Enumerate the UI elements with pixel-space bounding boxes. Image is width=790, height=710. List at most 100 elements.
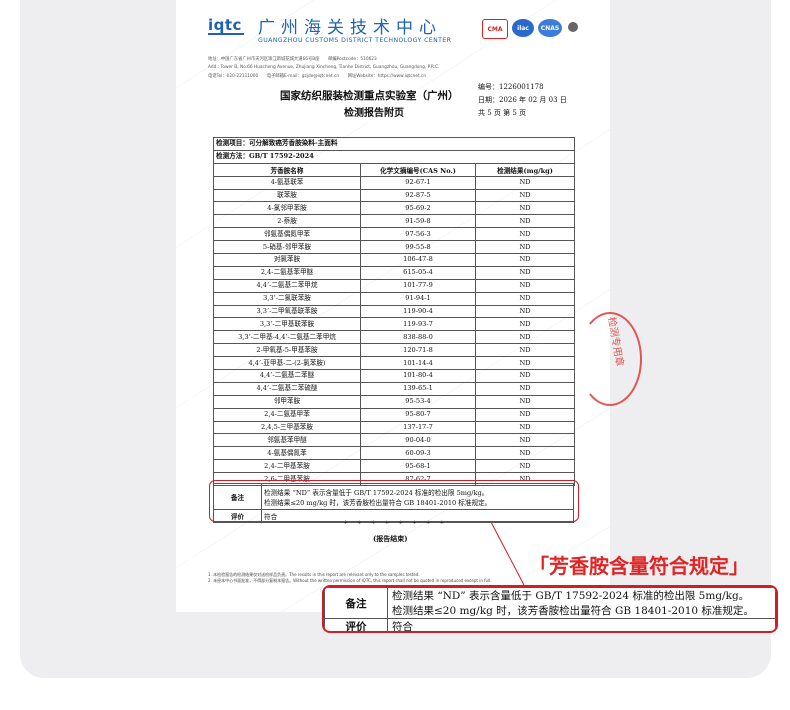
table-row: 2,4-二甲基苯胺 95-68-1 ND: [213, 459, 576, 474]
zoom-evaluation-label: 评价: [324, 618, 388, 631]
center-title: 广州海关技术中心: [258, 18, 442, 38]
table-row: 邻氨基偶氮甲苯 97-56-3 ND: [213, 227, 576, 242]
cell-result: ND: [474, 433, 576, 448]
zoom-evaluation-value: 符合: [387, 618, 776, 631]
cell-cas: 106-47-8: [360, 253, 476, 267]
cell-name: 4,4’-二氨基二苯醚: [213, 369, 361, 383]
cell-result: ND: [474, 407, 576, 422]
cell-cas: 119-90-4: [360, 304, 476, 319]
cell-result: ND: [474, 459, 576, 474]
cell-name: 4-氨基偶氮苯: [213, 446, 361, 461]
cell-cas: 101-80-4: [360, 369, 476, 383]
table-row: 3,3’-二甲氧基联苯胺 119-90-4 ND: [213, 304, 576, 319]
cell-result: ND: [474, 201, 576, 216]
cell-name: 2,4,5-三甲基苯胺: [213, 420, 361, 435]
cell-cas: 838-88-0: [360, 330, 476, 345]
cell-result: ND: [474, 317, 576, 332]
cell-result: ND: [474, 381, 576, 396]
cell-cas: 97-56-3: [360, 227, 476, 242]
report-end: (报告结束): [373, 534, 408, 543]
cell-name: 3,3’-二甲基联苯胺: [213, 317, 361, 332]
cell-result: ND: [474, 330, 576, 345]
cell-name: 4-氨基联苯: [213, 175, 361, 190]
cell-name: 对氯苯胺: [213, 253, 361, 267]
page-count: 共 5 页 第 5 页: [478, 109, 527, 117]
cell-result: ND: [474, 253, 576, 267]
table-row: 2,4-二氨基苯甲醚 615-05-4 ND: [213, 265, 576, 280]
cell-name: 邻甲苯胺: [213, 394, 361, 409]
cell-name: 4,4’-亚甲基-二-(2-氯苯胺): [213, 356, 361, 371]
cell-cas: 119-93-7: [360, 317, 476, 332]
cell-name: 邻氨基偶氮甲苯: [213, 227, 361, 242]
test-method: 检测方法：GB/T 17592-2024: [212, 149, 576, 164]
cell-name: 2-萘胺: [213, 214, 361, 229]
cell-result: ND: [474, 175, 576, 190]
cell-cas: 615-05-4: [360, 265, 476, 280]
cell-name: 2,4-二氨基苯甲醚: [213, 265, 361, 280]
cell-name: 4,4’-二氨基二苯硫醚: [213, 381, 361, 396]
footnote: 2. 未经本中心书面批准，不得部分复制本报告。Without the writt…: [208, 578, 492, 583]
cell-name: 2,4-二甲基苯胺: [213, 459, 361, 474]
cell-cas: 60-09-3: [360, 446, 476, 461]
cell-result: ND: [474, 343, 576, 358]
contact-line: 电话Tel：020-22111000 电子邮箱E-mail：gzjde@iqtc…: [208, 74, 427, 79]
cnas-badge: CNAS: [538, 19, 562, 37]
table-row: 邻甲苯胺 95-53-4 ND: [213, 394, 576, 409]
table-row: 联苯胺 92-87-5 ND: [213, 188, 576, 203]
center-title-en: GUANGZHOU CUSTOMS DISTRICT TECHNOLOGY CE…: [258, 37, 452, 44]
document-subtitle: 检测报告附页: [344, 108, 404, 119]
table-row: 3,3’-二甲基-4,4’-二氨基二苯甲烷 838-88-0 ND: [213, 330, 576, 345]
cell-cas: 91-59-8: [360, 214, 476, 229]
cell-name: 5-硝基-邻甲苯胺: [213, 240, 361, 255]
cell-cas: 95-68-1: [360, 459, 476, 474]
cell-result: ND: [474, 278, 576, 293]
table-row: 2,4,5-三甲基苯胺 137-17-7 ND: [213, 420, 576, 435]
cell-result: ND: [474, 356, 576, 371]
seal-icon: [568, 22, 578, 32]
cell-name: 3,3’-二甲基-4,4’-二氨基二苯甲烷: [213, 330, 361, 345]
table-row: 4-氨基联苯 92-67-1 ND: [213, 175, 576, 190]
table-row: 2,4-二氨基甲苯 95-80-7 ND: [213, 407, 576, 422]
cell-result: ND: [474, 446, 576, 461]
zoomed-remarks: 备注 检测结果 “ND” 表示含量低于 GB/T 17592-2024 标准的检…: [322, 585, 778, 633]
cell-result: ND: [474, 420, 576, 435]
report-date: 日期：2026 年 02 月 03 日: [478, 96, 567, 104]
table-row: 邻氨基苯甲醚 90-04-0 ND: [213, 433, 576, 448]
cell-cas: 95-69-2: [360, 201, 476, 216]
table-row: 3,3’-二氯联苯胺 91-94-1 ND: [213, 291, 576, 306]
column-header: 化学文摘编号(CAS No.): [360, 162, 476, 177]
table-row: 对氯苯胺 106-47-8 ND: [213, 253, 576, 267]
zoom-remark-label: 备注: [324, 587, 388, 619]
zoom-remark-line: 检测结果 “ND” 表示含量低于 GB/T 17592-2024 标准的检出限 …: [392, 590, 750, 602]
cell-cas: 137-17-7: [360, 420, 476, 435]
document-title: 国家纺织服装检测重点实验室（广州）: [280, 90, 459, 102]
table-row: 5-硝基-邻甲苯胺 99-55-8 ND: [213, 240, 576, 255]
cell-result: ND: [474, 291, 576, 306]
cell-result: ND: [474, 227, 576, 242]
stamp-text: 检测专用章: [605, 316, 625, 368]
cell-cas: 120-71-8: [360, 343, 476, 358]
address-en: Add.: Tower B, No.66 Huacheng Avenue, Zh…: [208, 65, 440, 70]
cell-cas: 90-04-0: [360, 433, 476, 448]
highlight-box: [209, 480, 579, 522]
official-stamp: 检测专用章: [578, 312, 642, 406]
table-row: 2-萘胺 91-59-8 ND: [213, 214, 576, 229]
cell-name: 4,4’-二氨基二苯甲烷: [213, 278, 361, 293]
table-row: 4,4’-二氨基二苯硫醚 139-65-1 ND: [213, 381, 576, 396]
cell-cas: 139-65-1: [360, 381, 476, 396]
cell-name: 3,3’-二氯联苯胺: [213, 291, 361, 306]
cell-cas: 99-55-8: [360, 240, 476, 255]
report-number: 编号：1226001178: [478, 83, 544, 91]
ilac-badge: ilac: [512, 19, 534, 37]
cell-result: ND: [474, 304, 576, 319]
cell-cas: 91-94-1: [360, 291, 476, 306]
iqtc-logo: iqtc: [208, 16, 242, 34]
cell-result: ND: [474, 214, 576, 229]
cell-result: ND: [474, 188, 576, 203]
table-row: 4-氨基偶氮苯 60-09-3 ND: [213, 446, 576, 461]
cell-result: ND: [474, 394, 576, 409]
cell-name: 3,3’-二甲氧基联苯胺: [213, 304, 361, 319]
results-table: 检测项目：可分解致癌芳香胺染料-主面料 检测方法：GB/T 17592-2024…: [212, 137, 576, 487]
test-item: 检测项目：可分解致癌芳香胺染料-主面料: [212, 137, 576, 151]
cell-name: 联苯胺: [213, 188, 361, 203]
